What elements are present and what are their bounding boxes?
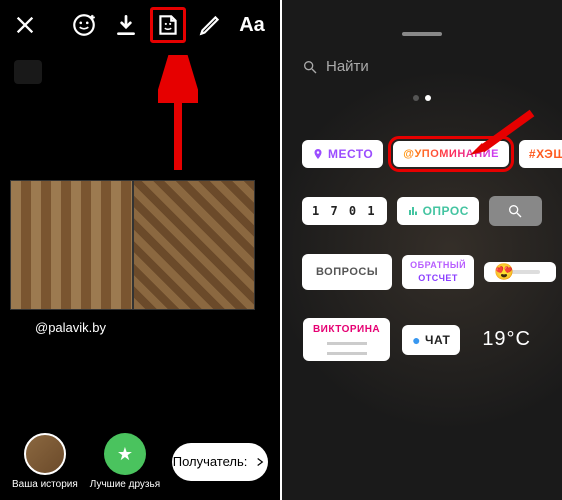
chat-dot-icon: ● [412, 332, 421, 348]
search-placeholder: Найти [326, 58, 369, 75]
sticker-panel-screen: Найти МЕСТО @УПОМИНАНИЕ #ХЭШТЕГ 1 7 0 1 [282, 0, 562, 500]
poll-icon [407, 205, 419, 217]
face-filter-icon[interactable] [66, 7, 102, 43]
bottom-bar: Ваша история ★ Лучшие друзья Получатель: [0, 433, 280, 490]
story-editor-screen: Aa @palavik.by Ваша история ★ Лучшие дру… [0, 0, 280, 500]
questions-sticker[interactable]: ВОПРОСЫ [302, 254, 392, 290]
drag-handle[interactable] [402, 32, 442, 36]
text-icon[interactable]: Aa [234, 7, 270, 43]
annotation-arrow-up [158, 55, 198, 175]
gif-search-sticker[interactable] [489, 196, 542, 226]
location-sticker[interactable]: МЕСТО [302, 140, 383, 168]
countdown-sticker[interactable]: ОБРАТНЫЙ ОТСЧЕТ [402, 255, 474, 289]
time-sticker[interactable]: 1 7 0 1 [302, 197, 387, 225]
mention-tag[interactable]: @palavik.by [35, 320, 106, 335]
pin-icon [312, 148, 324, 160]
download-icon[interactable] [108, 7, 144, 43]
editor-toolbar: Aa [0, 0, 280, 50]
recipient-button[interactable]: Получатель: [172, 443, 268, 481]
sticker-icon[interactable] [150, 7, 186, 43]
temperature-sticker[interactable]: 19°C [472, 321, 541, 358]
close-icon[interactable] [10, 10, 40, 40]
story-media[interactable] [10, 180, 255, 310]
best-friends-button[interactable]: ★ Лучшие друзья [90, 433, 160, 490]
camera-icon [14, 60, 42, 84]
quiz-sticker[interactable]: ВИКТОРИНА [303, 318, 390, 361]
draw-icon[interactable] [192, 7, 228, 43]
page-dots [413, 95, 431, 101]
chat-sticker[interactable]: ● ЧАТ [402, 325, 460, 355]
search-icon [302, 59, 318, 75]
annotation-arrow-diagonal [470, 105, 540, 165]
poll-sticker[interactable]: ОПРОС [397, 197, 479, 225]
sticker-grid: МЕСТО @УПОМИНАНИЕ #ХЭШТЕГ 1 7 0 1 ОПРОС … [282, 140, 562, 500]
emoji-slider-sticker[interactable]: 😍 [484, 262, 556, 282]
search-icon [507, 203, 523, 219]
your-story-button[interactable]: Ваша история [12, 433, 78, 490]
sticker-search[interactable]: Найти [302, 58, 542, 75]
